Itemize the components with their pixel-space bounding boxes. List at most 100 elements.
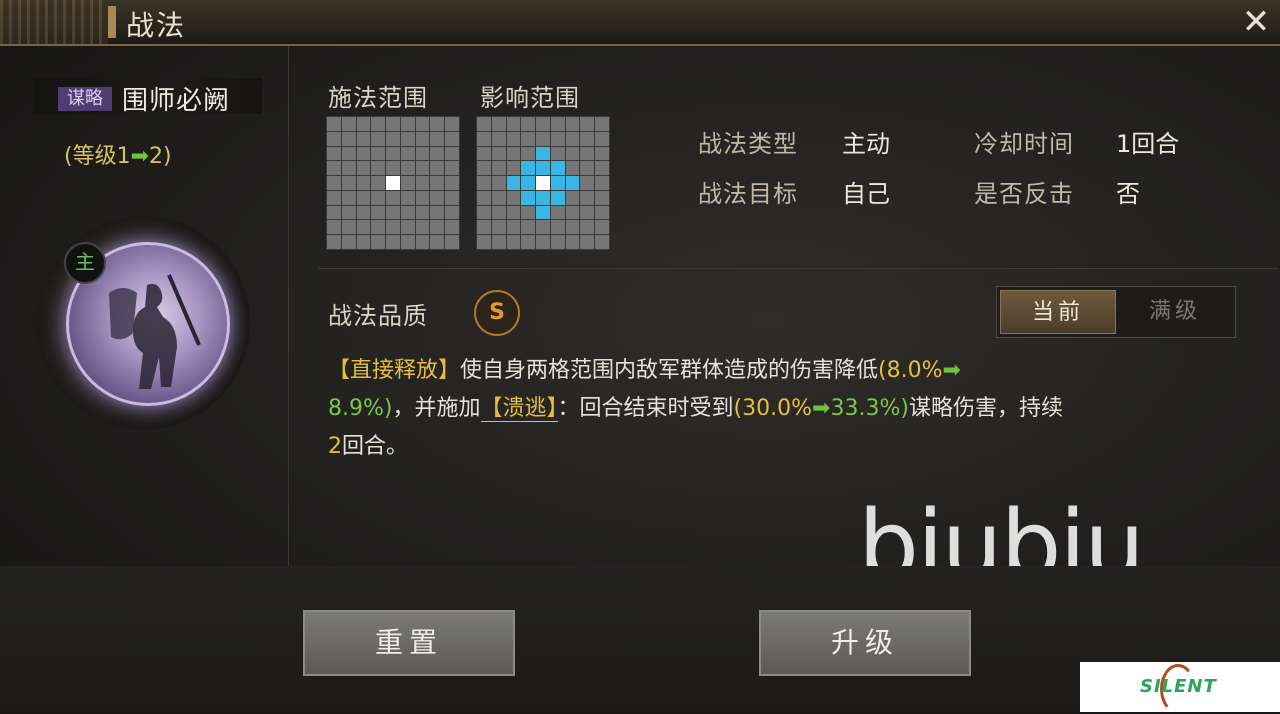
grid-cell: [595, 176, 609, 190]
grid-cell: [477, 131, 491, 146]
grid-cell: [356, 117, 371, 131]
grid-cell: [445, 131, 459, 146]
skill-type-tag: 谋略: [58, 87, 112, 111]
grid-cell: [550, 235, 565, 249]
grid-cell: [327, 146, 341, 161]
effect-range-label: 影响范围: [480, 84, 580, 112]
grid-cell: [415, 117, 430, 131]
skill-level: (等级1➡2): [64, 138, 172, 170]
grid-cell: [415, 146, 430, 161]
grid-cell: [477, 117, 491, 131]
grid-cell: [491, 131, 506, 146]
grid-cell: [341, 190, 356, 205]
grid-cell: [536, 146, 550, 161]
upgrade-button[interactable]: 升级: [759, 610, 971, 676]
grid-cell: [536, 131, 550, 146]
grid-cell: [386, 235, 400, 249]
cooldown-value: 1回合: [1116, 130, 1180, 158]
level-to: 2): [149, 144, 172, 169]
counter-value: 否: [1116, 180, 1140, 208]
grid-cell: [430, 205, 445, 220]
grid-cell: [400, 190, 415, 205]
grid-cell: [327, 161, 341, 176]
desc-text-4: 谋略伤害，持续: [908, 396, 1063, 421]
tab-current[interactable]: 当前: [1000, 290, 1116, 334]
grid-cell: [415, 205, 430, 220]
grid-cell: [580, 220, 595, 235]
grid-cell: [580, 146, 595, 161]
grid-cell: [595, 131, 609, 146]
grid-cell: [491, 220, 506, 235]
grid-cell: [386, 190, 400, 205]
level-from: (等级1: [64, 144, 131, 169]
grid-cell: [491, 161, 506, 176]
grid-cell: [327, 205, 341, 220]
grid-cell: [341, 176, 356, 190]
grid-cell: [327, 220, 341, 235]
grid-cell: [595, 220, 609, 235]
grid-cell: [550, 176, 565, 190]
desc-text-5: 回合。: [342, 434, 409, 459]
grid-cell: [400, 161, 415, 176]
grid-cell: [565, 117, 580, 131]
status-effect-link[interactable]: 【溃逃】: [480, 396, 558, 422]
value-to-2: 33.3%): [830, 396, 909, 421]
grid-cell: [371, 117, 386, 131]
reset-button[interactable]: 重置: [303, 610, 515, 676]
grid-cell: [400, 131, 415, 146]
grid-cell: [521, 190, 536, 205]
grid-cell: [356, 220, 371, 235]
grid-cell: [506, 176, 521, 190]
grid-cell: [536, 161, 550, 176]
grid-cell: [356, 176, 371, 190]
divider: [318, 268, 1278, 269]
role-badge: 主: [64, 242, 106, 284]
grid-cell: [491, 235, 506, 249]
quality-grade-badge: S: [474, 290, 520, 336]
arrow-right-icon: ➡: [812, 396, 831, 421]
grid-cell: [445, 161, 459, 176]
grid-cell: [595, 117, 609, 131]
grid-cell: [371, 205, 386, 220]
grid-cell: [506, 161, 521, 176]
grid-cell: [595, 161, 609, 176]
skill-type-value: 主动: [842, 130, 890, 158]
grid-cell: [506, 117, 521, 131]
grid-cell: [580, 205, 595, 220]
skill-summary-panel: 谋略 围师必阙 (等级1➡2) 主: [0, 46, 289, 566]
skill-type-label: 战法类型: [698, 130, 798, 158]
grid-cell: [491, 146, 506, 161]
grid-cell: [506, 205, 521, 220]
grid-cell: [400, 117, 415, 131]
grid-cell: [356, 161, 371, 176]
grid-cell: [430, 146, 445, 161]
grid-cell: [445, 205, 459, 220]
grid-cell: [491, 117, 506, 131]
grid-cell: [521, 176, 536, 190]
grid-cell: [415, 161, 430, 176]
grid-cell: [536, 176, 550, 190]
grid-cell: [327, 131, 341, 146]
grid-cell: [341, 146, 356, 161]
grid-cell: [565, 205, 580, 220]
skill-description: 【直接释放】使自身两格范围内敌军群体造成的伤害降低(8.0%➡ 8.9%)，并施加…: [328, 352, 1258, 466]
desc-text-2: ，并施加: [392, 396, 481, 421]
grid-cell: [536, 220, 550, 235]
grid-cell: [550, 220, 565, 235]
cast-range-label: 施法范围: [328, 84, 428, 112]
grid-cell: [371, 220, 386, 235]
grid-cell: [491, 176, 506, 190]
close-icon[interactable]: ✕: [1236, 2, 1276, 42]
grid-cell: [341, 235, 356, 249]
logo-text: SILENT: [1140, 676, 1217, 697]
grid-cell: [386, 205, 400, 220]
grid-cell: [521, 220, 536, 235]
counter-label: 是否反击: [974, 180, 1074, 208]
grid-cell: [356, 190, 371, 205]
grid-cell: [565, 176, 580, 190]
grid-cell: [386, 131, 400, 146]
grid-cell: [341, 117, 356, 131]
grid-cell: [356, 205, 371, 220]
tab-max-level[interactable]: 满级: [1117, 290, 1233, 334]
grid-cell: [371, 161, 386, 176]
